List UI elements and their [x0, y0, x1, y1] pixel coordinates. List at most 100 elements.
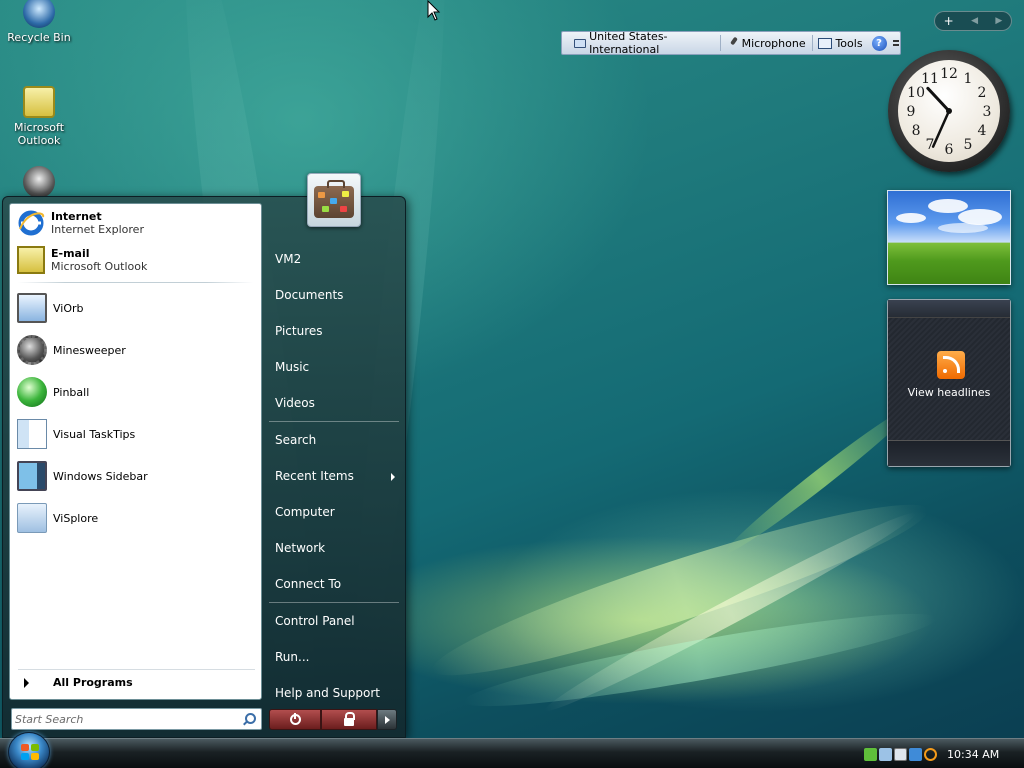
desktop-icon-recycle-bin[interactable]: Recycle Bin — [0, 0, 78, 44]
power-button[interactable] — [269, 709, 321, 730]
clock-number: 4 — [977, 123, 986, 139]
places-item-label: Run... — [275, 650, 310, 664]
sidebar-icon — [17, 461, 47, 491]
places-item-network[interactable]: Network — [267, 530, 401, 566]
clock-number: 9 — [907, 104, 916, 120]
places-item-pictures[interactable]: Pictures — [267, 313, 401, 349]
start-menu-program-list: Internet Internet Explorer E-mail Micros… — [9, 203, 262, 700]
chevron-right-icon — [384, 715, 390, 724]
pinned-subtitle: Microsoft Outlook — [51, 259, 148, 273]
volume-icon[interactable] — [894, 747, 907, 761]
security-center-icon[interactable] — [864, 747, 877, 761]
tools-button[interactable]: Tools — [812, 32, 868, 54]
chevron-right-icon — [391, 473, 395, 481]
recent-item-visual-tasktips[interactable]: Visual TaskTips — [10, 413, 261, 455]
places-item-documents[interactable]: Documents — [267, 277, 401, 313]
user-picture[interactable] — [307, 173, 361, 227]
chevron-right-icon — [24, 677, 29, 688]
recent-item-label: ViOrb — [53, 301, 84, 315]
ie-icon — [18, 210, 45, 235]
language-label: United States-International — [589, 30, 668, 56]
clock-gadget[interactable]: 12 1 2 3 4 5 6 7 8 9 10 11 — [888, 50, 1010, 172]
desktop-icon-outlook[interactable]: Microsoft Outlook — [0, 86, 78, 147]
pinball-icon — [17, 377, 47, 407]
recent-item-label: ViSplore — [53, 511, 99, 525]
network-icon[interactable] — [879, 747, 892, 761]
tools-icon — [818, 37, 833, 49]
places-item-label: Pictures — [275, 324, 323, 338]
places-item-label: VM2 — [275, 252, 302, 266]
pinned-item-email[interactable]: E-mail Microsoft Outlook — [10, 241, 261, 278]
recent-item-windows-sidebar[interactable]: Windows Sidebar — [10, 455, 261, 497]
clock-number: 11 — [921, 71, 939, 87]
visplore-icon — [17, 503, 47, 533]
search-icon[interactable] — [242, 712, 256, 726]
clock-number: 5 — [964, 137, 973, 153]
search-tray-icon[interactable] — [924, 747, 937, 761]
places-item-recent-items[interactable]: Recent Items — [267, 458, 401, 494]
hour-hand — [926, 86, 951, 113]
language-selector[interactable]: United States-International — [568, 30, 720, 56]
places-item-label: Control Panel — [275, 614, 355, 628]
previous-page-button[interactable]: ◀ — [971, 16, 978, 26]
mouse-cursor-icon — [427, 0, 441, 21]
keyboard-icon — [574, 38, 587, 48]
power-controls — [269, 709, 397, 730]
recent-item-viorb[interactable]: ViOrb — [10, 287, 261, 329]
places-item-music[interactable]: Music — [267, 349, 401, 385]
background-streak — [460, 598, 940, 722]
places-item-run[interactable]: Run... — [267, 639, 401, 675]
desktop-icon-label: Recycle Bin — [7, 31, 71, 44]
microphone-label: Microphone — [741, 36, 806, 50]
places-item-computer[interactable]: Computer — [267, 494, 401, 530]
slideshow-gadget[interactable] — [887, 190, 1011, 285]
recent-item-label: Visual TaskTips — [53, 427, 136, 441]
next-page-button[interactable]: ▶ — [995, 16, 1002, 26]
places-item-label: Help and Support — [275, 686, 380, 700]
start-menu: Internet Internet Explorer E-mail Micros… — [2, 173, 406, 738]
minimize-language-bar-button[interactable] — [892, 40, 900, 46]
mine-icon — [17, 335, 47, 365]
help-button[interactable]: ? — [869, 32, 890, 54]
recent-item-minesweeper[interactable]: Minesweeper — [10, 329, 261, 371]
taskbar-clock[interactable]: 10:34 AM — [947, 748, 999, 761]
help-icon: ? — [871, 35, 887, 51]
places-item-videos[interactable]: Videos — [267, 385, 401, 421]
feed-headlines-gadget[interactable]: View headlines — [887, 299, 1011, 467]
recent-item-label: Pinball — [53, 385, 90, 399]
shutdown-options-button[interactable] — [377, 709, 397, 730]
clock-number: 10 — [907, 85, 925, 101]
add-gadget-button[interactable]: + — [944, 14, 954, 28]
start-search-input[interactable] — [12, 710, 242, 728]
start-search-box — [11, 708, 262, 730]
places-item-label: Search — [275, 433, 317, 447]
places-item-control-panel[interactable]: Control Panel — [267, 603, 401, 639]
places-item-label: Computer — [275, 505, 335, 519]
places-item-connect-to[interactable]: Connect To — [267, 566, 401, 602]
pinned-subtitle: Internet Explorer — [51, 222, 144, 236]
places-item-label: Documents — [275, 288, 344, 302]
input-indicator-icon[interactable] — [909, 747, 922, 761]
all-programs-button[interactable]: All Programs — [18, 669, 255, 691]
places-item-label: Network — [275, 541, 326, 555]
places-item-label: Recent Items — [275, 469, 354, 483]
recent-item-visplore[interactable]: ViSplore — [10, 497, 261, 539]
start-button[interactable] — [8, 732, 50, 768]
background-streak — [423, 481, 937, 699]
pinned-title: E-mail — [51, 246, 90, 260]
places-item-search[interactable]: Search — [267, 422, 401, 458]
taskbar: 10:34 AM — [0, 738, 1024, 768]
places-item-help-and-support[interactable]: Help and Support — [267, 675, 401, 711]
view-headlines-link[interactable]: View headlines — [888, 386, 1010, 399]
clock-number: 2 — [977, 85, 986, 101]
places-item-vm2[interactable]: VM2 — [267, 241, 401, 277]
windows-logo-icon — [21, 744, 39, 761]
sidebar-controls: + ◀ ▶ — [934, 11, 1012, 31]
microphone-icon — [727, 37, 739, 49]
tasktips-icon — [17, 419, 47, 449]
recent-item-pinball[interactable]: Pinball — [10, 371, 261, 413]
gadget-header — [888, 300, 1010, 318]
pinned-item-internet[interactable]: Internet Internet Explorer — [10, 204, 261, 241]
microphone-button[interactable]: Microphone — [721, 32, 812, 54]
lock-button[interactable] — [321, 709, 377, 730]
